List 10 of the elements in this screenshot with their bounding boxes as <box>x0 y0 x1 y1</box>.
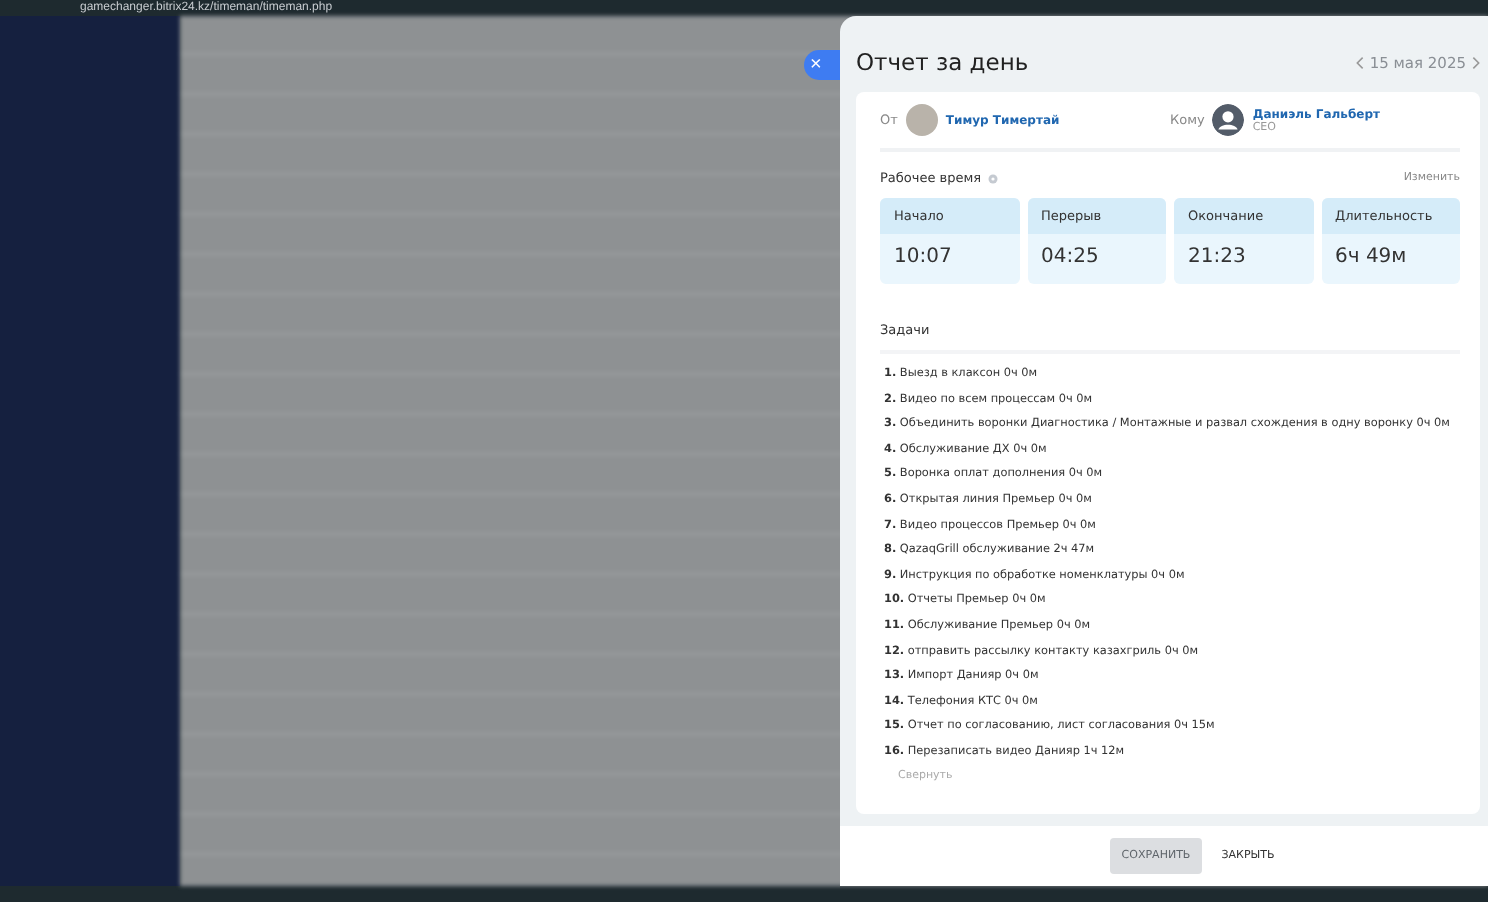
avatar <box>905 104 938 136</box>
time-value: 21:23 <box>1186 244 1248 272</box>
time-value: 04:25 <box>1039 244 1101 272</box>
close-button[interactable]: × <box>804 50 840 80</box>
time-value: 10:07 <box>892 244 954 272</box>
previous-day-icon[interactable] <box>1355 55 1364 69</box>
time-value: 6ч 49м <box>1333 244 1409 272</box>
user-silhouette-icon <box>1212 104 1245 136</box>
next-day-icon[interactable] <box>1472 55 1480 69</box>
panel-title: Отчет за день <box>856 48 1029 76</box>
